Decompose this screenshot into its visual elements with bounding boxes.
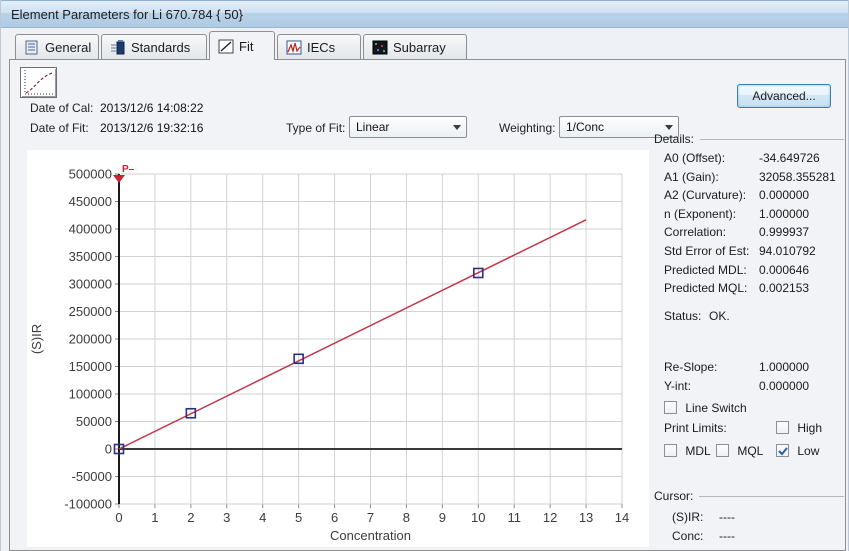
svg-text:Concentration: Concentration: [330, 528, 411, 543]
svg-text:1: 1: [151, 510, 158, 525]
svg-text:11: 11: [507, 510, 521, 525]
detail-row-std-error: Std Error of Est:94.010792: [654, 244, 844, 263]
svg-text:13: 13: [579, 510, 593, 525]
svg-text:300000: 300000: [69, 277, 112, 292]
svg-text:(S)IR: (S)IR: [29, 324, 44, 354]
svg-text:2: 2: [187, 510, 194, 525]
svg-text:9: 9: [439, 510, 446, 525]
line-switch-row: Line Switch: [654, 401, 844, 420]
detail-row-a1: A1 (Gain):32058.355281: [654, 170, 844, 189]
calibration-curve-button[interactable]: [20, 67, 57, 98]
type-of-fit-select[interactable]: Linear: [349, 116, 467, 138]
line-switch-label: Line Switch: [685, 401, 746, 415]
svg-text:400000: 400000: [69, 222, 112, 237]
re-slope-row: Re-Slope:1.000000: [654, 360, 844, 379]
low-checkbox[interactable]: [776, 444, 789, 457]
svg-text:3: 3: [223, 510, 230, 525]
date-of-cal-value: 2013/12/6 14:08:22: [100, 101, 203, 115]
detail-row-predicted-mql: Predicted MQL:0.002153: [654, 281, 844, 300]
svg-text:5: 5: [295, 510, 302, 525]
tab-standards-label: Standards: [131, 40, 190, 55]
tab-general-label: General: [45, 40, 91, 55]
window-title: Element Parameters for Li 670.784 { 50}: [11, 7, 243, 22]
iecs-spectrum-icon: [286, 40, 302, 55]
tab-iecs-label: IECs: [307, 40, 335, 55]
date-of-fit-value: 2013/12/6 19:32:16: [100, 121, 203, 135]
mdl-mql-low-row: MDL MQL Low: [654, 444, 844, 463]
cursor-header: Cursor:: [654, 489, 844, 503]
print-limits-row: Print Limits: High: [654, 421, 844, 440]
tab-iecs[interactable]: IECs: [277, 34, 361, 60]
mdl-checkbox[interactable]: [664, 444, 677, 457]
details-panel: Details: A0 (Offset):-34.649726 A1 (Gain…: [654, 132, 844, 548]
svg-text:P–: P–: [122, 164, 135, 175]
svg-text:12: 12: [543, 510, 557, 525]
svg-text:500000: 500000: [69, 167, 112, 182]
mql-checkbox[interactable]: [716, 444, 729, 457]
svg-text:100000: 100000: [69, 387, 112, 402]
chevron-down-icon: [448, 118, 465, 136]
fit-tab-page: Date of Cal: 2013/12/6 14:08:22 Date of …: [9, 59, 846, 551]
type-of-fit-label: Type of Fit:: [286, 121, 345, 135]
svg-text:14: 14: [615, 510, 629, 525]
subarray-pixels-icon: [372, 40, 388, 55]
tab-subarray-label: Subarray: [393, 40, 446, 55]
weighting-label: Weighting:: [499, 121, 555, 135]
svg-text:8: 8: [403, 510, 410, 525]
tab-general[interactable]: General: [15, 34, 99, 60]
tab-fit[interactable]: Fit: [209, 31, 275, 60]
detail-row-n: n (Exponent):1.000000: [654, 207, 844, 226]
high-checkbox[interactable]: [776, 421, 789, 434]
tab-standards[interactable]: Standards: [101, 34, 207, 60]
line-switch-checkbox[interactable]: [664, 401, 677, 414]
weighting-value: 1/Conc: [566, 120, 604, 134]
svg-text:4: 4: [259, 510, 266, 525]
svg-text:7: 7: [367, 510, 374, 525]
svg-text:-100000: -100000: [64, 497, 112, 512]
svg-text:50000: 50000: [76, 414, 112, 429]
svg-text:-50000: -50000: [72, 469, 112, 484]
svg-text:6: 6: [331, 510, 338, 525]
titlebar: Element Parameters for Li 670.784 { 50}: [1, 0, 849, 28]
mql-label: MQL: [737, 444, 763, 458]
svg-text:0: 0: [115, 510, 122, 525]
tab-subarray[interactable]: Subarray: [363, 34, 467, 60]
calibration-curve-icon: [21, 68, 56, 97]
detail-row-predicted-mdl: Predicted MDL:0.000646: [654, 263, 844, 282]
general-document-icon: [24, 40, 40, 55]
details-header: Details:: [654, 132, 844, 146]
date-of-cal-label: Date of Cal:: [30, 101, 93, 115]
svg-text:350000: 350000: [69, 249, 112, 264]
cursor-sir-row: (S)IR: ----: [654, 510, 844, 529]
type-of-fit-value: Linear: [356, 120, 389, 134]
svg-text:200000: 200000: [69, 332, 112, 347]
tab-fit-label: Fit: [239, 39, 253, 54]
standards-flask-icon: [110, 40, 126, 55]
print-limits-label: Print Limits:: [664, 421, 727, 435]
fit-curve-icon: [218, 39, 234, 54]
high-label: High: [797, 421, 822, 435]
low-label: Low: [797, 444, 819, 458]
cursor-conc-row: Conc: ----: [654, 529, 844, 548]
y-int-row: Y-int:0.000000: [654, 379, 844, 398]
svg-text:0: 0: [105, 442, 112, 457]
detail-row-correlation: Correlation:0.999937: [654, 225, 844, 244]
svg-text:450000: 450000: [69, 194, 112, 209]
detail-row-a0: A0 (Offset):-34.649726: [654, 151, 844, 170]
date-of-fit-label: Date of Fit:: [30, 121, 89, 135]
advanced-button[interactable]: Advanced...: [737, 84, 831, 108]
svg-text:10: 10: [471, 510, 485, 525]
mdl-label: MDL: [685, 444, 710, 458]
status-value: OK.: [709, 309, 730, 323]
status-row: Status: OK.: [654, 309, 844, 328]
detail-row-a2: A2 (Curvature):0.000000: [654, 188, 844, 207]
svg-text:250000: 250000: [69, 304, 112, 319]
element-parameters-window: Element Parameters for Li 670.784 { 50} …: [0, 0, 849, 551]
svg-text:150000: 150000: [69, 359, 112, 374]
calibration-chart[interactable]: 01234567891011121314-100000-500000500001…: [27, 150, 649, 547]
